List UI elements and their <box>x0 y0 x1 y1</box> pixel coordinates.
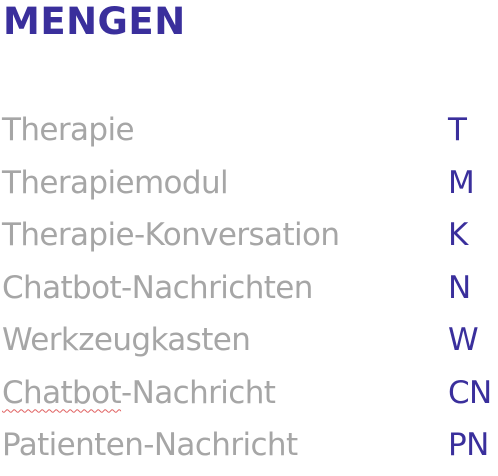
set-row-therapie: Therapie T <box>0 108 498 161</box>
page-title: MENGEN <box>3 0 186 43</box>
set-term: Patienten-Nachricht <box>2 427 298 463</box>
set-symbol: N <box>448 269 471 306</box>
set-row-werkzeugkasten: Werkzeugkasten W <box>0 318 498 371</box>
spellcheck-underlined-word: Chatbot <box>2 374 122 411</box>
set-row-chatbot-nachricht: Chatbot-Nachricht CN <box>0 371 498 424</box>
set-term: Chatbot-Nachricht <box>2 371 276 415</box>
set-row-therapie-konversation: Therapie-Konversation K <box>0 213 498 266</box>
set-symbol: T <box>448 112 467 148</box>
set-term: Therapie-Konversation <box>2 217 340 253</box>
set-symbol: CN <box>448 374 492 411</box>
set-symbol: PN <box>448 427 489 463</box>
set-term: Werkzeugkasten <box>2 322 251 358</box>
set-symbol: W <box>448 322 479 358</box>
set-row-therapiemodul: Therapiemodul M <box>0 161 498 214</box>
set-term-rest: -Nachricht <box>121 374 276 411</box>
set-symbol: K <box>448 217 468 253</box>
set-term: Therapie <box>2 112 135 148</box>
set-row-patienten-nachricht: Patienten-Nachricht PN <box>0 423 498 476</box>
set-list: Therapie T Therapiemodul M Therapie-Konv… <box>0 108 498 476</box>
set-term: Chatbot-Nachrichten <box>2 269 313 306</box>
set-row-chatbot-nachrichten: Chatbot-Nachrichten N <box>0 266 498 319</box>
set-symbol: M <box>448 164 475 201</box>
set-term: Therapiemodul <box>2 164 229 201</box>
